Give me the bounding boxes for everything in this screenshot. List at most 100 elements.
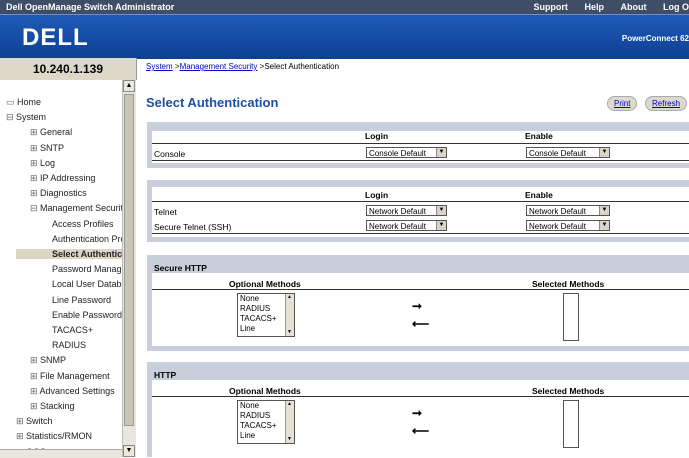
sidebar-item-label: Log <box>40 157 56 168</box>
help-link[interactable]: Help <box>584 2 604 12</box>
scroll-down-button[interactable]: ▼ <box>123 445 135 457</box>
chevron-down-icon: ▼ <box>599 221 609 230</box>
sidebar-item[interactable]: ⊞ Diagnostics <box>30 188 87 199</box>
sidebar-item[interactable]: Enable Password <box>52 310 122 320</box>
login-header: Login <box>365 131 389 141</box>
add-method-arrow-icon[interactable]: ➞ <box>412 406 422 420</box>
plus-box-icon[interactable]: ⊞ <box>30 188 40 198</box>
remove-method-arrow-icon[interactable]: ⟵ <box>412 317 429 331</box>
plus-box-icon[interactable]: ⊞ <box>30 173 40 183</box>
breadcrumb-separator: > <box>172 62 180 71</box>
sidebar-item[interactable]: ⊟ System <box>6 112 46 123</box>
sidebar-item-label: RADIUS <box>52 340 87 351</box>
sidebar-item[interactable]: ⊞ SNTP <box>30 143 64 154</box>
plus-box-icon[interactable]: ⊞ <box>30 371 40 381</box>
enable-header: Enable <box>525 190 553 200</box>
plus-box-icon[interactable]: ⊞ <box>30 158 40 168</box>
sidebar-item[interactable]: Line Password <box>52 295 111 305</box>
telnet-login-value: Network Default <box>369 207 426 216</box>
tree-scrollbar[interactable]: ▲ ▼ <box>122 80 136 457</box>
ssh-enable-select[interactable]: Network Default ▼ <box>526 220 610 231</box>
home-icon[interactable]: ▭ <box>6 97 17 107</box>
ssh-login-select[interactable]: Network Default ▼ <box>366 220 447 231</box>
sidebar-item[interactable]: ⊞ Switch <box>16 416 53 427</box>
sidebar-item-label: Enable Password <box>52 309 123 320</box>
sidebar-item[interactable]: ⊞ IP Addressing <box>30 173 95 184</box>
print-button[interactable]: Print <box>607 96 638 111</box>
sidebar-item[interactable]: Password Manage <box>52 264 122 274</box>
scroll-thumb[interactable] <box>124 94 134 426</box>
console-login-select[interactable]: Console Default ▼ <box>366 147 447 158</box>
sidebar-item[interactable]: ⊞ Advanced Settings <box>30 386 115 397</box>
refresh-button[interactable]: Refresh <box>645 96 688 111</box>
sidebar-item-label: Switch <box>26 416 53 427</box>
support-link[interactable]: Support <box>533 2 568 12</box>
add-method-arrow-icon[interactable]: ➞ <box>412 299 422 313</box>
sidebar-item-label: Diagnostics <box>40 188 87 199</box>
sidebar-item[interactable]: Local User Databa <box>52 279 123 290</box>
sidebar-item[interactable]: ⊞ Stacking <box>30 401 75 412</box>
plus-box-icon[interactable]: ⊞ <box>30 355 40 365</box>
logout-link[interactable]: Log O <box>663 2 689 12</box>
sidebar-item[interactable]: ⊞ Statistics/RMON <box>16 431 92 442</box>
scroll-up-button[interactable]: ▲ <box>123 80 135 92</box>
sidebar-item[interactable]: ⊟ Management Securit <box>30 203 123 214</box>
secure-http-title: Secure HTTP <box>154 263 207 273</box>
console-panel: Login Enable Console Console Default ▼ Co… <box>147 122 689 168</box>
minus-box-icon[interactable]: ⊟ <box>6 112 16 122</box>
dell-logo: DELL <box>22 24 89 51</box>
sidebar-item[interactable]: ▭ Home <box>6 97 41 108</box>
breadcrumb-system[interactable]: System <box>146 62 173 71</box>
remove-method-arrow-icon[interactable]: ⟵ <box>412 424 429 438</box>
sidebar-item-label: Select Authentic <box>52 249 123 259</box>
sidebar-item[interactable]: TACACS+ <box>52 325 93 335</box>
sidebar-item[interactable]: ⊞ SNMP <box>30 355 66 366</box>
sidebar-item[interactable]: RADIUS <box>52 340 86 350</box>
scroll-up-icon[interactable]: ▲ <box>286 401 293 408</box>
http-panel: HTTP Optional Methods Selected Methods N… <box>147 362 689 457</box>
chevron-down-icon: ▼ <box>599 206 609 215</box>
chevron-down-icon: ▼ <box>436 148 446 157</box>
list-scrollbar[interactable]: ▲ ▼ <box>285 401 294 443</box>
telnet-enable-select[interactable]: Network Default ▼ <box>526 205 610 216</box>
sidebar-item[interactable]: Select Authentic <box>16 249 123 259</box>
sidebar-item-label: Local User Databa <box>52 279 123 290</box>
telnet-login-select[interactable]: Network Default ▼ <box>366 205 447 216</box>
sidebar-item[interactable]: ⊞ File Management <box>30 371 110 382</box>
scroll-up-icon[interactable]: ▲ <box>286 294 293 301</box>
breadcrumb-current: Select Authentication <box>264 62 340 71</box>
plus-box-icon[interactable]: ⊞ <box>30 401 40 411</box>
breadcrumb-management-security[interactable]: Management Security <box>180 62 258 71</box>
sidebar-item-label: File Management <box>40 370 110 381</box>
sidebar-item[interactable]: ⊞ Log <box>30 158 55 169</box>
plus-box-icon[interactable]: ⊞ <box>16 431 26 441</box>
minus-box-icon[interactable]: ⊟ <box>30 203 40 213</box>
secure-http-selected-list[interactable] <box>563 293 579 341</box>
selected-methods-header: Selected Methods <box>532 279 605 289</box>
telnet-enable-value: Network Default <box>529 207 586 216</box>
scroll-down-icon[interactable]: ▼ <box>286 436 293 443</box>
sidebar-item[interactable]: ⊞ General <box>30 127 72 138</box>
sidebar-item-label: SNTP <box>40 142 65 153</box>
sidebar-item[interactable]: Access Profiles <box>52 219 114 229</box>
console-enable-select[interactable]: Console Default ▼ <box>526 147 610 158</box>
http-selected-list[interactable] <box>563 400 579 448</box>
sidebar-item[interactable]: Authentication Pro <box>52 233 123 244</box>
http-optional-list[interactable]: None RADIUS TACACS+ Line ▲ ▼ <box>237 400 295 444</box>
secure-http-optional-list[interactable]: None RADIUS TACACS+ Line ▲ ▼ <box>237 293 295 337</box>
ssh-label: Secure Telnet (SSH) <box>154 222 232 232</box>
list-scrollbar[interactable]: ▲ ▼ <box>285 294 294 336</box>
about-link[interactable]: About <box>620 2 646 12</box>
sidebar-item-label: Home <box>17 97 42 107</box>
plus-box-icon[interactable]: ⊞ <box>16 416 26 426</box>
sidebar-item-label: Authentication Pro <box>52 233 123 244</box>
sidebar-item-label: Management Securit <box>40 203 123 214</box>
secure-http-panel: Secure HTTP Optional Methods Selected Me… <box>147 255 689 351</box>
telnet-label: Telnet <box>154 207 177 217</box>
plus-box-icon[interactable]: ⊞ <box>30 143 40 153</box>
console-login-value: Console Default <box>369 149 426 158</box>
plus-box-icon[interactable]: ⊞ <box>30 386 40 396</box>
chevron-down-icon: ▼ <box>436 206 446 215</box>
plus-box-icon[interactable]: ⊞ <box>30 127 40 137</box>
scroll-down-icon[interactable]: ▼ <box>286 329 293 336</box>
